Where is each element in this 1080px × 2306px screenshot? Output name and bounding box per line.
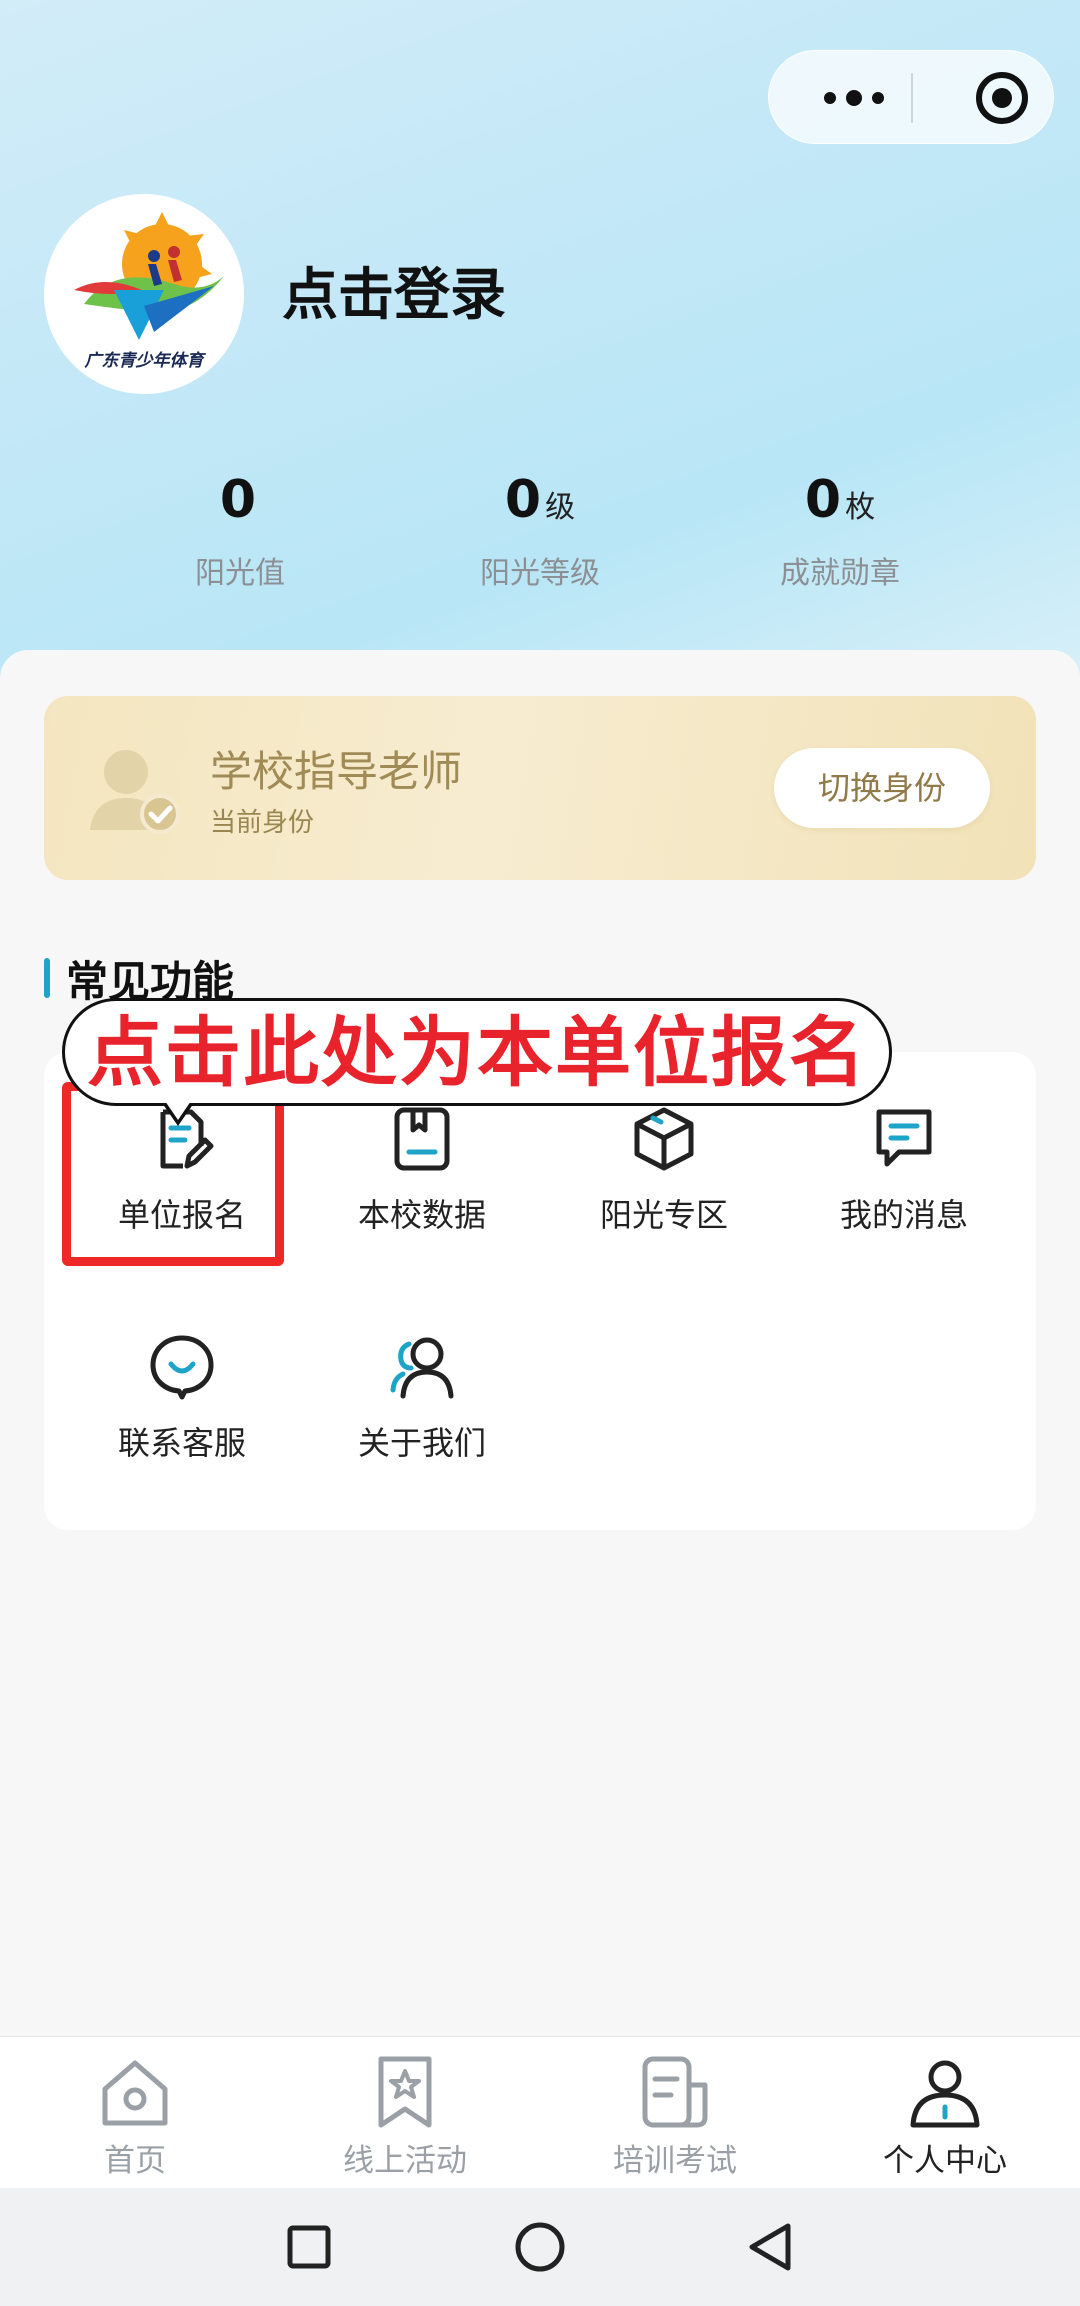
function-about-us[interactable]: 关于我们 [302, 1334, 542, 1494]
function-my-messages[interactable]: 我的消息 [784, 1106, 1024, 1266]
function-label: 关于我们 [357, 1424, 486, 1462]
tab-label: 培训考试 [613, 2143, 737, 2179]
identity-subtitle: 当前身份 [210, 808, 315, 838]
capsule-divider [911, 73, 913, 123]
stat-achievement-badges: 0枚 成就勋章 [720, 470, 960, 592]
stat-value: 0 [804, 470, 842, 530]
logo-caption: 广东青少年体育 [84, 351, 204, 371]
customer-service-icon [149, 1334, 215, 1400]
users-icon [389, 1334, 455, 1400]
more-dots-icon[interactable] [809, 51, 899, 145]
function-label: 我的消息 [839, 1196, 968, 1234]
identity-card: 学校指导老师 当前身份 切换身份 [44, 696, 1036, 880]
home-icon [97, 2055, 173, 2131]
section-accent-bar [44, 958, 50, 998]
tab-personal-center[interactable]: 个人中心 [810, 2055, 1080, 2180]
target-icon[interactable] [957, 51, 1047, 145]
switch-identity-button[interactable]: 切换身份 [774, 748, 990, 828]
login-link[interactable]: 点击登录 [282, 250, 506, 331]
stat-label: 阳光值 [195, 556, 285, 591]
message-icon [871, 1106, 937, 1172]
bottom-tab-bar: 首页 线上活动 培训考试 个人中心 [0, 2036, 1080, 2188]
function-customer-service[interactable]: 联系客服 [62, 1334, 302, 1494]
tab-label: 线上活动 [343, 2143, 467, 2179]
section-title: 常见功能 [44, 954, 234, 1006]
stat-value: 0 [219, 470, 257, 530]
tab-home[interactable]: 首页 [0, 2055, 270, 2180]
stat-sunshine-level: 0级 阳光等级 [420, 470, 660, 592]
stat-unit: 级 [545, 490, 576, 525]
user-icon [907, 2055, 983, 2131]
annotation-bubble: 点击此处为本单位报名 [62, 998, 892, 1106]
stat-sunshine-value: 0 阳光值 [120, 470, 360, 592]
stat-unit: 枚 [845, 490, 876, 525]
book-icon [389, 1106, 455, 1172]
recent-apps-icon[interactable] [276, 2214, 342, 2280]
system-navigation-bar [0, 2188, 1080, 2306]
stat-label: 阳光等级 [480, 556, 600, 591]
tab-training-exams[interactable]: 培训考试 [540, 2055, 810, 2180]
function-label: 阳光专区 [599, 1196, 728, 1234]
cube-icon [631, 1106, 697, 1172]
home-button-icon[interactable] [507, 2214, 573, 2280]
identity-title: 学校指导老师 [210, 747, 463, 796]
tab-online-activities[interactable]: 线上活动 [270, 2055, 540, 2180]
annotation-bubble-tail-inner [163, 1098, 193, 1120]
verified-user-icon [84, 738, 184, 838]
tab-label: 首页 [104, 2143, 166, 2179]
miniprogram-capsule [768, 50, 1054, 144]
function-label: 联系客服 [117, 1424, 246, 1462]
function-label: 本校数据 [357, 1196, 486, 1234]
avatar[interactable]: 广东青少年体育 [44, 194, 244, 394]
stat-label: 成就勋章 [780, 556, 900, 591]
function-sunshine-zone[interactable]: 阳光专区 [544, 1106, 784, 1266]
function-school-data[interactable]: 本校数据 [302, 1106, 542, 1266]
back-icon[interactable] [738, 2214, 804, 2280]
tab-label: 个人中心 [883, 2143, 1007, 2179]
exam-icon [637, 2055, 713, 2131]
activity-icon [367, 2055, 443, 2131]
stat-value: 0 [504, 470, 542, 530]
